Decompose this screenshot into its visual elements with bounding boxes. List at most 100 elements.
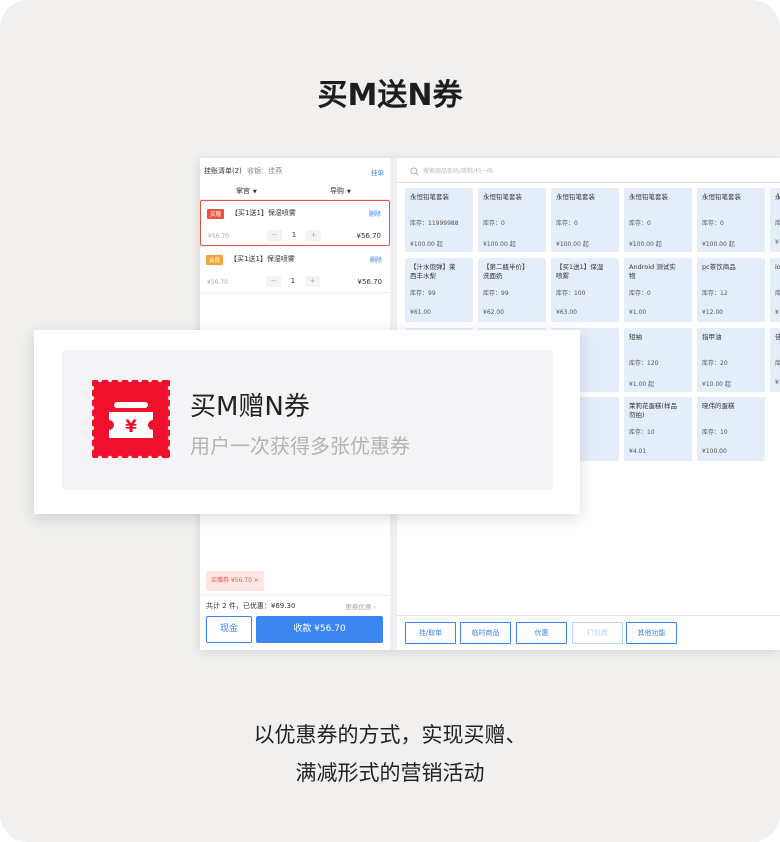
product-stock: 库 — [775, 360, 780, 367]
order-summary: 共计 2 件，已优惠：¥69.30 — [206, 602, 296, 610]
quantity-value[interactable]: 1 — [282, 230, 306, 241]
product-tile[interactable]: 永恒铅笔套装 库存：0 ¥100.00 起 — [624, 188, 692, 252]
product-tile[interactable]: ios 库存 ¥1 — [770, 258, 780, 322]
product-tile[interactable]: 永恒铅笔套装库存：11999988 ¥100.00 起 — [405, 188, 473, 252]
cash-button[interactable]: 现金 — [206, 616, 252, 643]
product-tile[interactable]: 佳库 ¥1 — [770, 328, 780, 392]
increment-button[interactable]: + — [305, 276, 320, 287]
function-button[interactable]: 临时商品 — [460, 622, 511, 644]
product-price: ¥100.00 起 — [410, 241, 443, 248]
product-tile[interactable]: 永恒库存： ¥1 — [770, 188, 780, 252]
product-stock: 库存：12 — [702, 290, 728, 297]
product-tile[interactable]: Android 测试实 物库存：0 ¥1.00 — [624, 258, 692, 322]
coupon-ticket-icon: ¥ — [92, 380, 170, 458]
quantity-stepper[interactable]: − 1 + — [266, 276, 320, 287]
function-button[interactable]: 挂/取单 — [405, 622, 456, 644]
product-name: 永恒铅笔套装 — [556, 193, 595, 201]
product-name: 佳 — [775, 333, 780, 341]
guide-selector-label: 导购 — [330, 187, 344, 195]
product-price: ¥10.00 起 — [702, 381, 731, 388]
product-tile[interactable]: 永恒铅笔套装 库存：0 ¥100.00 起 — [551, 188, 619, 252]
product-price: ¥1 — [775, 309, 780, 316]
item-price: ¥56.70 — [356, 232, 382, 240]
product-name: pc茶饮商品 — [702, 263, 736, 271]
product-price: ¥100.00 起 — [629, 241, 662, 248]
product-tile[interactable]: 晓伟的蛋糕 库存：10 ¥100.00 — [697, 397, 765, 461]
divider — [200, 595, 390, 596]
function-button[interactable]: 其他功能 — [626, 622, 677, 644]
item-price: ¥56.70 — [357, 278, 383, 286]
hang-order-link[interactable]: 挂单 — [371, 167, 384, 177]
product-price: ¥1 — [775, 379, 780, 386]
product-stock: 库存：120 — [629, 360, 659, 367]
product-tile[interactable]: 【买1送1】保湿 喷雾库存：100 ¥63.00 — [551, 258, 619, 322]
item-name: 【买1送1】保湿喷雾 — [231, 209, 296, 217]
item-original-price: ¥56.70 — [208, 233, 229, 240]
product-tile[interactable]: 短袖库存：120 ¥1.00 起 — [624, 328, 692, 392]
product-stock: 库存：99 — [483, 290, 509, 297]
product-name: 永恒铅笔套装 — [629, 193, 668, 201]
decrement-button[interactable]: − — [266, 276, 281, 287]
divider — [397, 182, 780, 183]
cart-item[interactable]: 会员 【买1送1】保湿喷雾 删除 ¥56.70 − 1 + ¥56.70 — [200, 247, 390, 293]
applied-coupon-chip[interactable]: 买赠券 ¥56.70 × — [206, 571, 264, 591]
product-stock: 库存：0 — [483, 220, 505, 227]
search-input[interactable]: 搜索商品条码/简称/扫一码 — [405, 164, 780, 180]
delete-link[interactable]: 删除 — [369, 209, 381, 218]
product-name: Android 测试实 物 — [629, 263, 676, 280]
product-name: 永恒铅笔套装 — [483, 193, 522, 201]
coupon-type-description: 用户一次获得多张优惠券 — [190, 434, 410, 458]
pay-button[interactable]: 收款 ¥56.70 — [256, 616, 383, 643]
product-price: ¥1.00 起 — [629, 381, 655, 388]
product-price: ¥63.00 — [556, 309, 577, 316]
product-tile[interactable]: 茉莉花蛋糕(样品 勿拍) 库存：10 ¥4.01 — [624, 397, 692, 461]
cart-item[interactable]: 买赠 【买1送1】保湿喷雾 删除 ¥56.70 − 1 + ¥56.70 — [200, 200, 390, 246]
product-stock: 库存：0 — [629, 290, 651, 297]
product-tile[interactable]: 指甲油 库存：20 ¥10.00 起 — [697, 328, 765, 392]
product-name: 【第二瓶半价】 洗面奶 — [483, 263, 529, 280]
product-tile[interactable]: 永恒铅笔套装 库存：0 ¥100.00 起 — [478, 188, 546, 252]
product-price: ¥61.00 — [410, 309, 431, 316]
product-price: ¥1 — [775, 239, 780, 246]
product-tile[interactable]: 永恒铅笔套装 库存：0 ¥100.00 起 — [697, 188, 765, 252]
product-stock: 库存：0 — [629, 220, 651, 227]
product-name: 永恒铅笔套装 — [410, 193, 449, 201]
caption-line-1: 以优惠券的方式，实现买赠、 — [253, 723, 527, 747]
change-discount-link[interactable]: 更换优惠 › — [345, 601, 376, 611]
product-name: 短袖 — [629, 333, 642, 341]
quantity-stepper[interactable]: − 1 + — [267, 230, 321, 241]
product-tile[interactable]: 【汁水饱弹】莱 西丰水梨 库存：99 ¥61.00 — [405, 258, 473, 322]
product-stock: 库存：10 — [629, 429, 655, 436]
product-name: 永恒 — [775, 193, 780, 201]
product-name: 晓伟的蛋糕 — [702, 402, 735, 410]
member-selector-label: 掌官 — [236, 187, 250, 195]
product-stock: 库存：100 — [556, 290, 586, 297]
decrement-button[interactable]: − — [267, 230, 282, 241]
product-stock: 库存：99 — [410, 290, 436, 297]
function-button[interactable]: 打包费 — [572, 622, 623, 644]
cashier-label: 收银：佳燕 — [247, 167, 283, 175]
guide-selector[interactable]: 导购 ▼ — [330, 186, 351, 196]
product-price: ¥4.01 — [629, 448, 647, 455]
order-header: 挂账清单(2) 收银：佳燕 — [204, 166, 282, 176]
increment-button[interactable]: + — [306, 230, 321, 241]
product-name: 【买1送1】保湿 喷雾 — [556, 263, 604, 280]
product-stock: 库存：11999988 — [410, 220, 459, 227]
product-price: ¥1.00 — [629, 309, 647, 316]
function-button[interactable]: 优惠 — [516, 622, 567, 644]
page-title: 买M送N券 — [317, 78, 463, 113]
product-name: 永恒铅笔套装 — [702, 193, 741, 201]
product-name: 指甲油 — [702, 333, 722, 341]
product-stock: 库存：10 — [702, 429, 728, 436]
product-stock: 库存：0 — [702, 220, 724, 227]
product-price: ¥12.00 — [702, 309, 723, 316]
product-tile[interactable]: 【第二瓶半价】 洗面奶 库存：99 ¥62.00 — [478, 258, 546, 322]
promo-tag: 会员 — [206, 255, 224, 265]
product-name: 茉莉花蛋糕(样品 勿拍) — [629, 402, 678, 419]
quantity-value[interactable]: 1 — [281, 276, 305, 287]
member-selector[interactable]: 掌官 ▼ — [236, 186, 257, 196]
product-stock: 库存：0 — [556, 220, 578, 227]
coupon-type-option[interactable]: ¥ 买M赠N券 用户一次获得多张优惠券 — [62, 350, 553, 490]
product-tile[interactable]: pc茶饮商品 库存：12 ¥12.00 — [697, 258, 765, 322]
delete-link[interactable]: 删除 — [370, 255, 382, 264]
